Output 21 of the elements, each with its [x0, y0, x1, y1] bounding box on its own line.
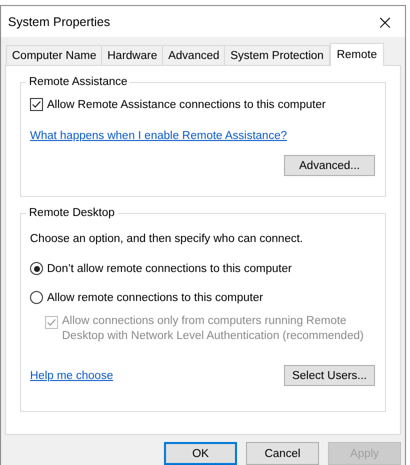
radio-button[interactable] — [30, 291, 43, 304]
window-title: System Properties — [8, 14, 110, 28]
group-title: Remote Desktop — [28, 207, 116, 220]
advanced-button[interactable]: Advanced... — [284, 155, 375, 176]
checkbox[interactable] — [30, 98, 43, 112]
select-users-button[interactable]: Select Users... — [284, 365, 375, 386]
radio-label: Don’t allow remote connections to this computer — [47, 262, 292, 275]
help-link[interactable]: Help me choose — [30, 370, 114, 382]
close-button[interactable]: × — [365, 6, 405, 37]
radio-button[interactable] — [30, 262, 43, 276]
help-link[interactable]: What happens when I enable Remote Assistance? — [30, 130, 287, 142]
checkbox-label: Allow connections only from computers running Remote Desktop with Network Level Authentication (recommended) — [62, 314, 365, 344]
checkbox-label: Allow Remote Assistance connections to this computer — [47, 98, 326, 111]
group-title: Remote Assistance — [28, 76, 128, 88]
radio-label: Allow remote connections to this computer — [47, 292, 264, 304]
tab[interactable]: System Protection — [224, 45, 330, 66]
instruction-text: Choose an option, and then specify who can connect. — [30, 233, 304, 246]
tab[interactable]: Remote — [330, 43, 384, 66]
dialog-button[interactable]: Cancel — [246, 442, 319, 465]
dialog-button[interactable]: OK — [164, 442, 237, 465]
tab[interactable]: Computer Name — [6, 45, 102, 66]
